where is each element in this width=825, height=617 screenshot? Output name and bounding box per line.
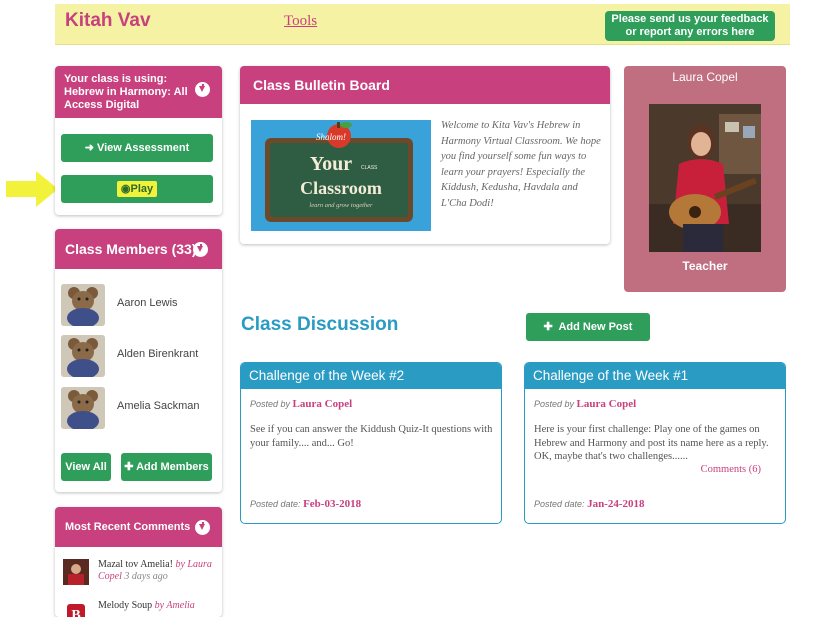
member-name: Aaron Lewis: [117, 297, 178, 309]
comment-avatar: B: [63, 600, 89, 617]
post-title[interactable]: Challenge of the Week #2: [241, 363, 501, 389]
expand-down-icon[interactable]: [193, 242, 208, 257]
view-assessment-button[interactable]: ➜ View Assessment: [61, 134, 213, 162]
add-members-button[interactable]: ✚ Add Members: [121, 453, 212, 481]
teacher-card[interactable]: Laura Copel Teacher: [624, 66, 786, 292]
view-assessment-label: View Assessment: [96, 142, 190, 154]
feedback-line-1: Please send us your feedback: [611, 13, 769, 25]
play-button[interactable]: ◉Play: [61, 175, 213, 203]
posted-by-label: Posted by: [534, 399, 575, 409]
comment-time: 3 days ago: [124, 571, 168, 582]
post-body: Here is your first challenge: Play one o…: [534, 424, 769, 462]
member-item[interactable]: Aaron Lewis: [61, 284, 219, 328]
teacher-name: Laura Copel: [672, 70, 738, 84]
comment-text: Mazal tov Amelia! by Laura Copel 3 days …: [98, 559, 218, 583]
header-bar: Kitah Vav Tools Please send us your feed…: [55, 4, 790, 45]
class-small-text: CLASS: [361, 165, 378, 171]
classroom-text: Classroom: [300, 178, 382, 198]
class-members-panel: Class Members (33) Aaron Lewis Alden Bir…: [55, 229, 222, 492]
feedback-button[interactable]: Please send us your feedback or report a…: [605, 11, 775, 41]
play-highlight: ◉Play: [116, 181, 158, 197]
expand-down-icon[interactable]: [195, 520, 210, 535]
member-item[interactable]: Amelia Sackman: [61, 387, 219, 431]
discussion-post-card[interactable]: Challenge of the Week #2 Posted by Laura…: [240, 362, 502, 524]
member-item[interactable]: Alden Birenkrant: [61, 335, 219, 379]
recent-comments-panel: Most Recent Comments Mazal tov Amelia! b…: [55, 507, 222, 617]
comment-body: Mazal tov Amelia!: [98, 559, 173, 570]
posted-date-label: Posted date:: [534, 499, 585, 509]
tagline-text: learn and grow together: [309, 202, 373, 209]
post-comments-link[interactable]: Comments (6): [701, 464, 761, 475]
teacher-photo: [649, 104, 761, 252]
posted-date-label: Posted date:: [250, 499, 301, 509]
post-author[interactable]: Laura Copel: [577, 398, 637, 410]
svg-text:B: B: [71, 608, 80, 617]
add-new-post-label: Add New Post: [558, 321, 633, 333]
comment-avatar: [63, 559, 89, 585]
post-author[interactable]: Laura Copel: [293, 398, 353, 410]
plus-icon: ✚: [124, 461, 134, 473]
post-author-line: Posted by Laura Copel: [534, 398, 636, 410]
class-members-header[interactable]: Class Members (33): [55, 229, 222, 269]
bulletin-board-title: Class Bulletin Board: [253, 77, 390, 93]
class-members-title: Class Members (33): [65, 241, 197, 257]
your-classroom-image: Shalom! Your CLASS Classroom learn and g…: [251, 120, 431, 231]
member-name: Alden Birenkrant: [117, 348, 199, 360]
class-discussion-title: Class Discussion: [241, 314, 399, 335]
member-name: Amelia Sackman: [117, 400, 200, 412]
add-members-label: Add Members: [136, 461, 209, 473]
play-label: Play: [130, 183, 154, 195]
highlight-arrow-icon: [6, 171, 58, 207]
post-date: Jan-24-2018: [587, 498, 645, 510]
tools-link[interactable]: Tools: [284, 13, 317, 30]
recent-comments-title: Most Recent Comments: [65, 521, 191, 533]
teacher-role: Teacher: [682, 259, 728, 273]
post-date-line: Posted date: Feb-03-2018: [250, 498, 361, 510]
post-date: Feb-03-2018: [303, 498, 362, 510]
add-new-post-button[interactable]: ✚ Add New Post: [526, 313, 650, 341]
class-program-header[interactable]: Your class is using: Hebrew in Harmony: …: [55, 66, 222, 118]
class-program-panel: Your class is using: Hebrew in Harmony: …: [55, 66, 222, 215]
feedback-line-2: or report any errors here: [625, 26, 755, 38]
comment-text: Melody Soup by Amelia: [98, 600, 218, 612]
bulletin-message: Welcome to Kita Vav's Hebrew in Harmony …: [441, 120, 601, 209]
posted-by-label: Posted by: [250, 399, 291, 409]
arrow-right-icon: ➜: [84, 142, 94, 154]
class-program-text: Your class is using: Hebrew in Harmony: …: [64, 73, 188, 111]
bulletin-board-header: Class Bulletin Board: [240, 66, 610, 104]
comment-author[interactable]: by Amelia: [155, 600, 195, 611]
post-title[interactable]: Challenge of the Week #1: [525, 363, 785, 389]
teddy-bear-avatar: [61, 284, 105, 326]
post-author-line: Posted by Laura Copel: [250, 398, 352, 410]
discussion-post-card[interactable]: Challenge of the Week #1 Posted by Laura…: [524, 362, 786, 524]
post-date-line: Posted date: Jan-24-2018: [534, 498, 645, 510]
shalom-text: Shalom!: [316, 132, 346, 142]
bulletin-board-panel: Class Bulletin Board Shalom! Your CLASS …: [240, 66, 610, 244]
expand-down-icon[interactable]: [195, 82, 210, 97]
teddy-bear-avatar: [61, 387, 105, 429]
recent-comments-header[interactable]: Most Recent Comments: [55, 507, 222, 547]
classroom-page: Kitah Vav Tools Please send us your feed…: [0, 0, 825, 617]
teddy-bear-avatar: [61, 335, 105, 377]
your-text: Your: [310, 153, 352, 175]
view-all-button[interactable]: View All: [61, 453, 111, 481]
plus-icon: ✚: [543, 321, 553, 333]
class-title: Kitah Vav: [65, 10, 151, 31]
post-body: See if you can answer the Kiddush Quiz-I…: [250, 424, 493, 449]
comment-body: Melody Soup: [98, 600, 153, 611]
